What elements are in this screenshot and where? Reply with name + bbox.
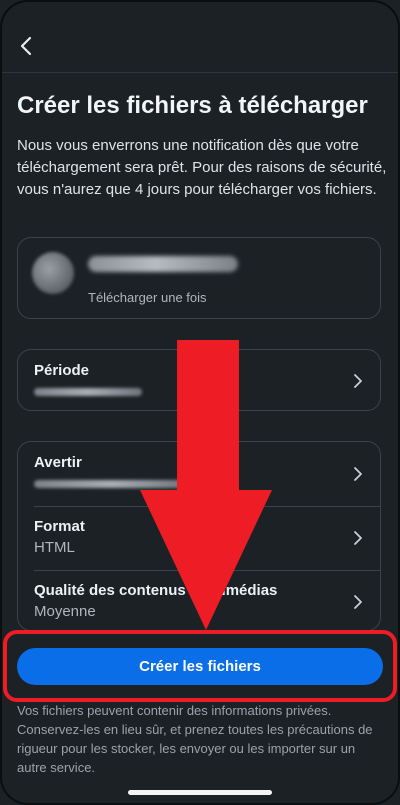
media-quality-value: Moyenne (34, 603, 96, 620)
notify-row[interactable]: Avertir (18, 442, 380, 506)
chevron-right-icon (354, 374, 362, 388)
account-subtitle: Télécharger une fois (88, 290, 207, 305)
redacted-notify-value (34, 480, 190, 488)
back-button[interactable] (10, 30, 42, 62)
chevron-right-icon (354, 595, 362, 609)
page-description: Nous vous enverrons une notification dès… (17, 137, 387, 198)
period-row[interactable]: Période (17, 349, 381, 411)
create-files-button[interactable]: Créer les fichiers (17, 648, 383, 685)
chevron-right-icon (354, 467, 362, 481)
privacy-note: Vos fichiers peuvent contenir des inform… (17, 703, 373, 775)
redacted-account-name (88, 256, 238, 272)
avatar (32, 252, 74, 294)
format-value: HTML (34, 539, 75, 556)
notify-label: Avertir (34, 454, 82, 471)
redacted-period-value (34, 388, 142, 396)
format-label: Format (34, 518, 85, 535)
top-bar (0, 0, 400, 73)
settings-card: Avertir Format HTML Qualité des contenus… (17, 441, 381, 631)
account-card: Télécharger une fois (17, 237, 381, 319)
format-row[interactable]: Format HTML (18, 506, 380, 570)
media-quality-label: Qualité des contenus multimédias (34, 582, 278, 599)
chevron-right-icon (354, 531, 362, 545)
page-title: Créer les fichiers à télécharger (17, 92, 368, 119)
media-quality-row[interactable]: Qualité des contenus multimédias Moyenne (18, 570, 380, 632)
chevron-left-icon (20, 36, 32, 56)
home-indicator (128, 790, 272, 795)
period-label: Période (34, 362, 90, 379)
